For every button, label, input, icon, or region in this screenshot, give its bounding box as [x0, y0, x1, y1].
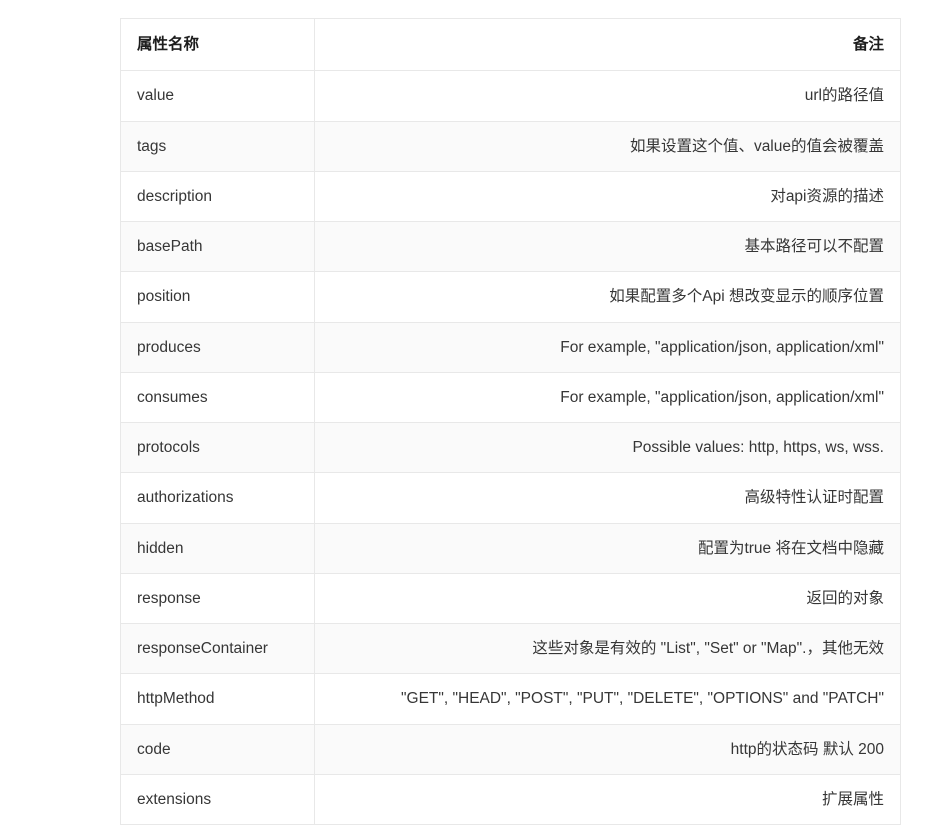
page-root: 属性名称 备注 value url的路径值 tags 如果设置这个值、value的值会… [0, 0, 952, 825]
table-row: responseContainer 这些对象是有效的 "List", "Set" … [120, 622, 901, 675]
table-row: code http的状态码 默认 200 [120, 723, 901, 775]
cell-attribute-name: basePath [120, 220, 315, 273]
table-row: response 返回的对象 [120, 572, 901, 625]
column-header-remark: 备注 [314, 17, 901, 72]
cell-attribute-name: tags [120, 120, 315, 172]
cell-attribute-name: protocols [120, 421, 315, 474]
table-row: basePath 基本路径可以不配置 [120, 220, 901, 273]
cell-attribute-name: response [120, 572, 315, 625]
attributes-table: 属性名称 备注 value url的路径值 tags 如果设置这个值、value的值会… [120, 17, 901, 825]
cell-attribute-name: httpMethod [120, 673, 315, 725]
cell-attribute-name: consumes [120, 371, 315, 424]
column-header-attribute-name: 属性名称 [120, 17, 315, 72]
cell-remark: For example, "application/json, applicat… [314, 321, 901, 373]
cell-attribute-name: code [120, 723, 315, 775]
table-row: httpMethod "GET", "HEAD", "POST", "PUT", … [120, 673, 901, 725]
cell-remark: 如果配置多个Api 想改变显示的顺序位置 [314, 271, 901, 323]
table-header: 属性名称 备注 [120, 17, 901, 72]
table-body: value url的路径值 tags 如果设置这个值、value的值会被覆盖 descr… [120, 70, 901, 825]
cell-remark: 基本路径可以不配置 [314, 220, 901, 273]
table-row: position 如果配置多个Api 想改变显示的顺序位置 [120, 271, 901, 323]
cell-attribute-name: description [120, 170, 315, 223]
table-row: value url的路径值 [120, 70, 901, 122]
table-row: authorizations 高级特性认证时配置 [120, 472, 901, 524]
cell-attribute-name: value [120, 70, 315, 122]
cell-remark: 扩展属性 [314, 773, 901, 825]
cell-remark: Possible values: http, https, ws, wss. [314, 421, 901, 474]
cell-remark: 这些对象是有效的 "List", "Set" or "Map".，其他无效 [314, 622, 901, 675]
cell-attribute-name: authorizations [120, 472, 315, 524]
cell-attribute-name: responseContainer [120, 622, 315, 675]
cell-attribute-name: extensions [120, 773, 315, 825]
cell-remark: 高级特性认证时配置 [314, 472, 901, 524]
table-row: consumes For example, "application/json, … [120, 371, 901, 424]
cell-remark: url的路径值 [314, 70, 901, 122]
cell-remark: "GET", "HEAD", "POST", "PUT", "DELETE", … [314, 673, 901, 725]
cell-remark: 如果设置这个值、value的值会被覆盖 [314, 120, 901, 172]
cell-remark: 返回的对象 [314, 572, 901, 625]
attributes-table-container: 属性名称 备注 value url的路径值 tags 如果设置这个值、value的值会… [120, 17, 901, 825]
cell-remark: 配置为true 将在文档中隐藏 [314, 522, 901, 574]
table-row: hidden 配置为true 将在文档中隐藏 [120, 522, 901, 574]
table-header-row: 属性名称 备注 [120, 17, 901, 72]
cell-remark: For example, "application/json, applicat… [314, 371, 901, 424]
cell-remark: 对api资源的描述 [314, 170, 901, 223]
cell-attribute-name: hidden [120, 522, 315, 574]
cell-attribute-name: position [120, 271, 315, 323]
table-row: tags 如果设置这个值、value的值会被覆盖 [120, 120, 901, 172]
table-row: extensions 扩展属性 [120, 773, 901, 825]
table-row: produces For example, "application/json, … [120, 321, 901, 373]
table-row: description 对api资源的描述 [120, 170, 901, 223]
cell-remark: http的状态码 默认 200 [314, 723, 901, 775]
cell-attribute-name: produces [120, 321, 315, 373]
table-row: protocols Possible values: http, https, w… [120, 421, 901, 474]
